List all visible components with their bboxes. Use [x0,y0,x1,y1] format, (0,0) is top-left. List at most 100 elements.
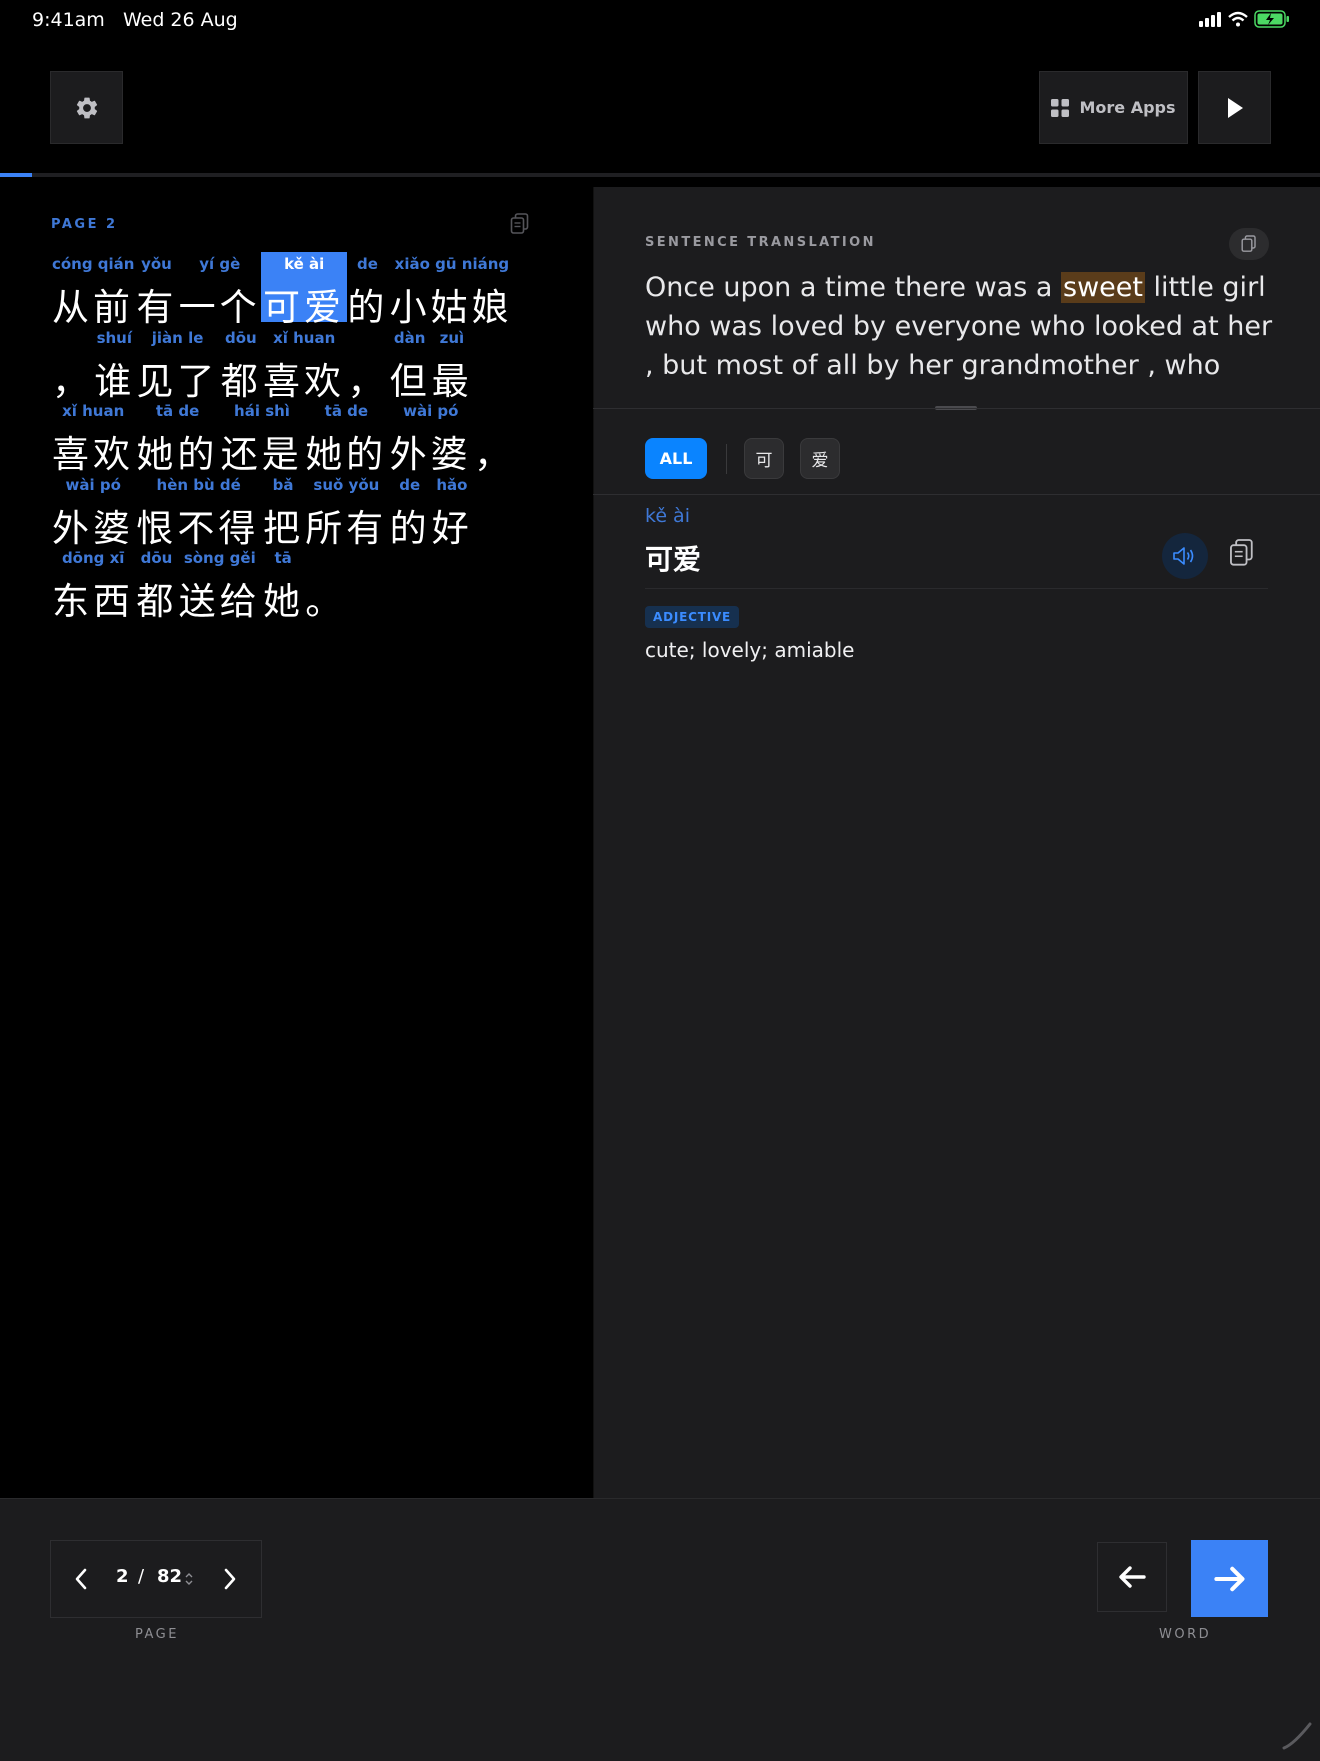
battery-charging-icon [1254,10,1289,28]
word-token[interactable]: wài pó 外婆 [388,399,474,476]
token-hanzi: ， [347,359,389,403]
token-hanzi: 她的 [136,433,219,476]
next-word-button[interactable] [1191,1540,1268,1617]
token-hanzi: ， [52,359,93,403]
chip-separator [726,444,727,474]
word-token[interactable]: hèn bù dé 恨不得 [134,473,263,550]
settings-button[interactable] [50,71,123,144]
more-apps-button[interactable]: More Apps [1039,71,1188,144]
chevron-left-icon [75,1568,87,1590]
wifi-icon [1228,11,1248,27]
word-pinyin: kě ài [645,505,690,527]
filter-all-chip[interactable]: ALL [645,438,707,479]
copy-icon [1230,539,1253,566]
token-pinyin: hǎo [436,475,468,494]
page-separator: / [138,1566,145,1587]
token-hanzi: 外婆 [389,433,472,476]
translation-heading: SENTENCE TRANSLATION [645,235,876,250]
token-hanzi: 谁 [94,359,136,403]
text-line: ， shuí 谁 jiàn le 见了 dōu 都 xǐ huan 喜欢， dàn 但 zuì 最 [52,326,532,403]
top-toolbar: More Apps [0,40,1320,174]
copy-translation-button[interactable] [1229,228,1269,260]
text-line: cóng qián 从前 yǒu 有 yí gè 一个 kě ài 可爱 de 的 xiǎo gū … [52,252,532,329]
word-token[interactable]: tā 她 [261,546,305,623]
arrow-left-icon [1119,1566,1146,1588]
previous-word-button[interactable] [1097,1542,1167,1612]
copy-page-button[interactable] [510,213,530,239]
status-bar: 9:41am Wed 26 Aug [0,0,1320,40]
current-page[interactable]: 2 [116,1566,129,1587]
status-time: 9:41am [32,9,105,31]
part-of-speech-badge: ADJECTIVE [645,606,740,628]
word-token[interactable]: 。 [303,546,347,623]
token-hanzi: 好 [431,506,473,550]
token-pinyin: xiǎo gū niáng [394,255,510,273]
page-label: PAGE 2 [51,217,118,232]
next-page-button[interactable] [212,1561,248,1597]
chevron-right-icon [224,1568,236,1590]
token-hanzi: 喜欢 [52,433,134,476]
status-time-date: 9:41am Wed 26 Aug [32,9,238,31]
token-pinyin: xǐ huan [273,328,336,347]
filter-char-chip[interactable]: 可 [744,438,784,479]
token-hanzi: 但 [389,359,431,403]
play-icon [1227,97,1243,118]
token-hanzi: 的 [347,286,389,329]
word-token[interactable]: hǎo 好 [430,473,474,550]
token-hanzi: 的 [389,506,431,550]
text-line: xǐ huan 喜欢 tā de 她的 hái shì 还是 tā de 她的 wài pó 外婆… [52,399,532,476]
word-divider [645,588,1268,589]
chevron-up-down-icon[interactable] [184,1571,194,1587]
translation-highlight: sweet [1061,272,1145,303]
total-pages: 82 [157,1566,183,1587]
token-hanzi: 小姑娘 [389,286,513,329]
word-token[interactable]: zuì 最 [430,326,474,403]
token-hanzi: 她 [263,580,304,623]
token-hanzi: 都 [136,580,178,623]
token-hanzi: 最 [431,359,473,403]
text-line: wài pó 外婆 hèn bù dé 恨不得 bǎ 把 suǒ yǒu 所有 de 的 hǎo 好 [52,473,532,550]
token-hanzi: 所有 [305,506,388,550]
token-hanzi: 她的 [305,433,388,476]
bottom-bar [0,1498,1320,1761]
status-indicators [1198,10,1290,28]
gear-icon [76,97,97,118]
page-nav-label: PAGE [135,1627,179,1642]
word-meaning: cute; lovely; amiable [645,638,855,662]
section-divider [593,494,1320,495]
token-hanzi: 送给 [178,580,261,623]
token-hanzi: 把 [263,506,304,550]
speaker-icon [1173,547,1194,565]
token-hanzi: 见了 [136,359,219,403]
token-hanzi: 可爱 [263,286,345,329]
token-pinyin: wài pó [403,402,459,420]
token-hanzi: 东西 [52,580,134,623]
token-hanzi: 都 [220,359,262,403]
token-hanzi: ， [474,433,515,476]
word-hanzi: 可爱 [645,543,702,576]
token-hanzi: 还是 [220,433,303,476]
token-hanzi: 恨不得 [136,506,260,550]
word-nav-label: WORD [1159,1627,1212,1642]
filter-char-chip[interactable]: 爱 [800,438,840,479]
page-navigator: 2 / 82 [50,1540,262,1618]
token-pinyin: zuì [439,328,465,347]
word-token[interactable]: xǐ huan 喜欢 [261,326,347,403]
token-hanzi: 外婆 [52,506,134,550]
word-token[interactable]: ， [472,399,516,476]
word-token[interactable]: xiǎo gū niáng 小姑娘 [388,252,517,329]
play-button[interactable] [1198,71,1271,144]
more-apps-label: More Apps [1079,98,1176,117]
copy-word-button[interactable] [1229,538,1255,572]
translation-text-before: Once upon a time there was a [645,272,1061,303]
previous-page-button[interactable] [63,1561,99,1597]
chinese-text: cóng qián 从前 yǒu 有 yí gè 一个 kě ài 可爱 de 的 xiǎo gū … [52,252,532,623]
reader-panel: PAGE 2 cóng qián 从前 yǒu 有 yí gè 一个 kě ài 可爱 de 的 x… [0,177,593,1498]
token-hanzi: 一个 [178,286,261,329]
text-line: dōng xī 东西 dōu 都 sòng gěi 送给 tā 她。 [52,546,532,623]
speak-word-button[interactable] [1162,533,1208,579]
copy-icon [1241,235,1256,252]
pencil-hint-icon [1282,1722,1312,1750]
arrow-right-icon [1213,1566,1245,1591]
copy-icon [510,213,529,234]
